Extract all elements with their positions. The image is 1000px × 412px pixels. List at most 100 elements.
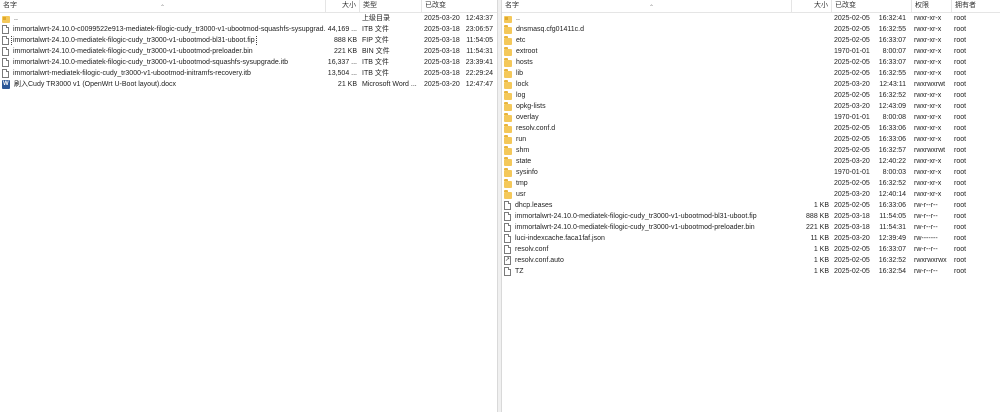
remote-header-perm[interactable]: 权限 xyxy=(912,0,952,12)
remote-file-row[interactable]: state 2025-03-20 12:40:22 rwxr-xr-x root xyxy=(502,156,1000,167)
local-file-row[interactable]: immortalwrt-24.10.0-mediatek-filogic-cud… xyxy=(0,57,497,68)
file-size xyxy=(792,178,832,189)
local-file-row[interactable]: immortalwrt-mediatek-filogic-cudy_tr3000… xyxy=(0,68,497,79)
file-modified: 2025-03-20 12:40:22 xyxy=(832,156,912,167)
remote-file-row[interactable]: overlay 1970-01-01 8:00:08 rwxr-xr-x root xyxy=(502,112,1000,123)
modified-date: 2025-03-18 xyxy=(834,213,870,220)
file-name-cell: resolv.conf.auto xyxy=(502,255,792,266)
modified-date: 2025-03-18 xyxy=(424,70,460,77)
file-name: luci-indexcache.faca1faf.json xyxy=(515,235,605,242)
file-name: overlay xyxy=(516,114,539,121)
local-header-date[interactable]: 已改变 xyxy=(422,0,497,12)
file-modified: 2025-02-05 16:33:07 xyxy=(832,244,912,255)
remote-file-row[interactable]: resolv.conf 1 KB 2025-02-05 16:33:07 rw-r--r… xyxy=(502,244,1000,255)
file-name-cell: opkg-lists xyxy=(502,101,792,112)
remote-file-row[interactable]: run 2025-02-05 16:33:06 rwxr-xr-x root xyxy=(502,134,1000,145)
remote-file-row[interactable]: resolv.conf.auto 1 KB 2025-02-05 16:32:52 rw… xyxy=(502,255,1000,266)
file-size: 11 KB xyxy=(810,235,829,242)
folder-icon xyxy=(504,145,512,155)
local-file-row[interactable]: .. 上级目录 2025-03-20 12:43:37 xyxy=(0,13,497,24)
modified-date: 1970-01-01 xyxy=(834,48,870,55)
modified-time: 8:00:08 xyxy=(882,114,906,121)
modified-time: 11:54:31 xyxy=(879,224,906,231)
file-type: ITB 文件 xyxy=(362,70,389,77)
remote-file-row[interactable]: log 2025-02-05 16:32:52 rwxr-xr-x root xyxy=(502,90,1000,101)
file-size xyxy=(792,101,832,112)
remote-file-row[interactable]: usr 2025-03-20 12:40:14 rwxr-xr-x root xyxy=(502,189,1000,200)
modified-date: 2025-03-18 xyxy=(424,37,460,44)
file-modified: 2025-02-05 16:33:06 xyxy=(832,123,912,134)
modified-time: 23:39:41 xyxy=(465,59,493,66)
remote-file-row[interactable]: immortalwrt-24.10.0-mediatek-filogic-cud… xyxy=(502,222,1000,233)
remote-file-row[interactable]: lock 2025-03-20 12:43:11 rwxrwxrwt root xyxy=(502,79,1000,90)
file-modified: 2025-03-20 12:39:49 xyxy=(832,233,912,244)
remote-file-row[interactable]: etc 2025-02-05 16:33:07 rwxr-xr-x root xyxy=(502,35,1000,46)
remote-file-row[interactable]: shm 2025-02-05 16:32:57 rwxrwxrwt root xyxy=(502,145,1000,156)
file-size xyxy=(792,46,832,57)
folder-icon xyxy=(504,46,512,56)
modified-time: 16:32:55 xyxy=(878,70,906,77)
file-size xyxy=(792,90,832,101)
file-owner: root xyxy=(954,70,967,77)
remote-file-row[interactable]: lib 2025-02-05 16:32:55 rwxr-xr-x root xyxy=(502,68,1000,79)
file-size xyxy=(792,145,832,156)
file-name: immortalwrt-mediatek-filogic-cudy_tr3000… xyxy=(13,70,251,77)
remote-file-row[interactable]: opkg-lists 2025-03-20 12:43:09 rwxr-xr-x roo… xyxy=(502,101,1000,112)
remote-header-date[interactable]: 已改变 xyxy=(832,0,912,12)
parent-folder-icon xyxy=(2,15,10,23)
file-modified: 2025-03-18 23:06:57 xyxy=(422,24,497,35)
file-permissions: rw-r--r-- xyxy=(914,224,938,231)
folder-icon xyxy=(504,178,512,188)
file-size xyxy=(792,134,832,145)
local-file-row[interactable]: immortalwrt-24.10.0-mediatek-filogic-cud… xyxy=(0,46,497,57)
local-file-row[interactable]: immortalwrt-24.10.0-mediatek-filogic-cud… xyxy=(0,35,497,46)
file-name-cell: shm xyxy=(502,145,792,156)
remote-file-row[interactable]: TZ 1 KB 2025-02-05 16:32:54 rw-r--r-- root xyxy=(502,266,1000,277)
folder-icon xyxy=(504,101,512,111)
local-header-name[interactable]: 名字 ⌃ xyxy=(0,0,326,12)
file-permissions: rwxr-xr-x xyxy=(914,114,942,121)
local-file-row[interactable]: immortalwrt-24.10.0-c0099522e913-mediate… xyxy=(0,24,497,35)
file-type: ITB 文件 xyxy=(362,59,389,66)
remote-file-row[interactable]: dhcp.leases 1 KB 2025-02-05 16:33:06 rw-r--r… xyxy=(502,200,1000,211)
modified-time: 8:00:07 xyxy=(882,48,906,55)
file-owner: root xyxy=(954,81,967,88)
remote-file-row[interactable]: luci-indexcache.faca1faf.json 11 KB 2025-0… xyxy=(502,233,1000,244)
remote-header-size[interactable]: 大小 xyxy=(792,0,832,12)
file-permissions: rwxr-xr-x xyxy=(914,103,942,110)
file-modified: 2025-03-18 11:54:05 xyxy=(422,35,497,46)
file-icon xyxy=(2,58,9,67)
file-name: opkg-lists xyxy=(516,103,546,110)
modified-time: 11:54:05 xyxy=(879,213,906,220)
modified-date: 2025-02-05 xyxy=(834,70,870,77)
remote-header-name[interactable]: 名字 ⌃ xyxy=(502,0,792,12)
parent-folder-icon xyxy=(504,15,512,23)
modified-time: 16:33:07 xyxy=(878,37,906,44)
word-document-icon xyxy=(2,79,10,90)
remote-file-row[interactable]: extroot 1970-01-01 8:00:07 rwxr-xr-x root xyxy=(502,46,1000,57)
remote-header-owner[interactable]: 拥有者 xyxy=(952,0,1000,12)
file-name-cell: TZ xyxy=(502,266,792,277)
modified-date: 2025-02-05 xyxy=(834,125,870,132)
file-icon xyxy=(504,234,511,243)
remote-file-row[interactable]: resolv.conf.d 2025-02-05 16:33:06 rwxr-xr-x… xyxy=(502,123,1000,134)
remote-file-row[interactable]: immortalwrt-24.10.0-mediatek-filogic-cud… xyxy=(502,211,1000,222)
remote-file-row[interactable]: dnsmasq.cfg01411c.d 2025-02-05 16:32:55 rwx… xyxy=(502,24,1000,35)
modified-date: 2025-03-18 xyxy=(424,48,460,55)
local-file-row[interactable]: 刷入Cudy TR3000 v1 (OpenWrt U-Boot layout)… xyxy=(0,79,497,90)
file-name: state xyxy=(516,158,532,165)
file-icon xyxy=(2,36,9,45)
remote-file-row[interactable]: hosts 2025-02-05 16:33:07 rwxr-xr-x root xyxy=(502,57,1000,68)
remote-file-row[interactable]: .. 2025-02-05 16:32:41 rwxr-xr-x root xyxy=(502,13,1000,24)
local-header-size[interactable]: 大小 xyxy=(326,0,360,12)
file-permissions: rwxr-xr-x xyxy=(914,70,942,77)
local-header-type[interactable]: 类型 xyxy=(360,0,422,12)
remote-file-pane[interactable]: 名字 ⌃ 大小 已改变 权限 拥有者 .. 2025-02-05 16:32:41 r… xyxy=(502,0,1000,412)
file-size xyxy=(792,167,832,178)
file-name: resolv.conf.auto xyxy=(515,257,564,264)
remote-file-row[interactable]: sysinfo 1970-01-01 8:00:03 rwxr-xr-x root xyxy=(502,167,1000,178)
file-name: 刷入Cudy TR3000 v1 (OpenWrt U-Boot layout)… xyxy=(14,81,176,88)
modified-time: 16:33:06 xyxy=(878,125,906,132)
remote-file-row[interactable]: tmp 2025-02-05 16:32:52 rwxr-xr-x root xyxy=(502,178,1000,189)
local-file-pane[interactable]: 名字 ⌃ 大小 类型 已改变 .. 上级目录 2025-03-20 12:43:37 i… xyxy=(0,0,497,412)
